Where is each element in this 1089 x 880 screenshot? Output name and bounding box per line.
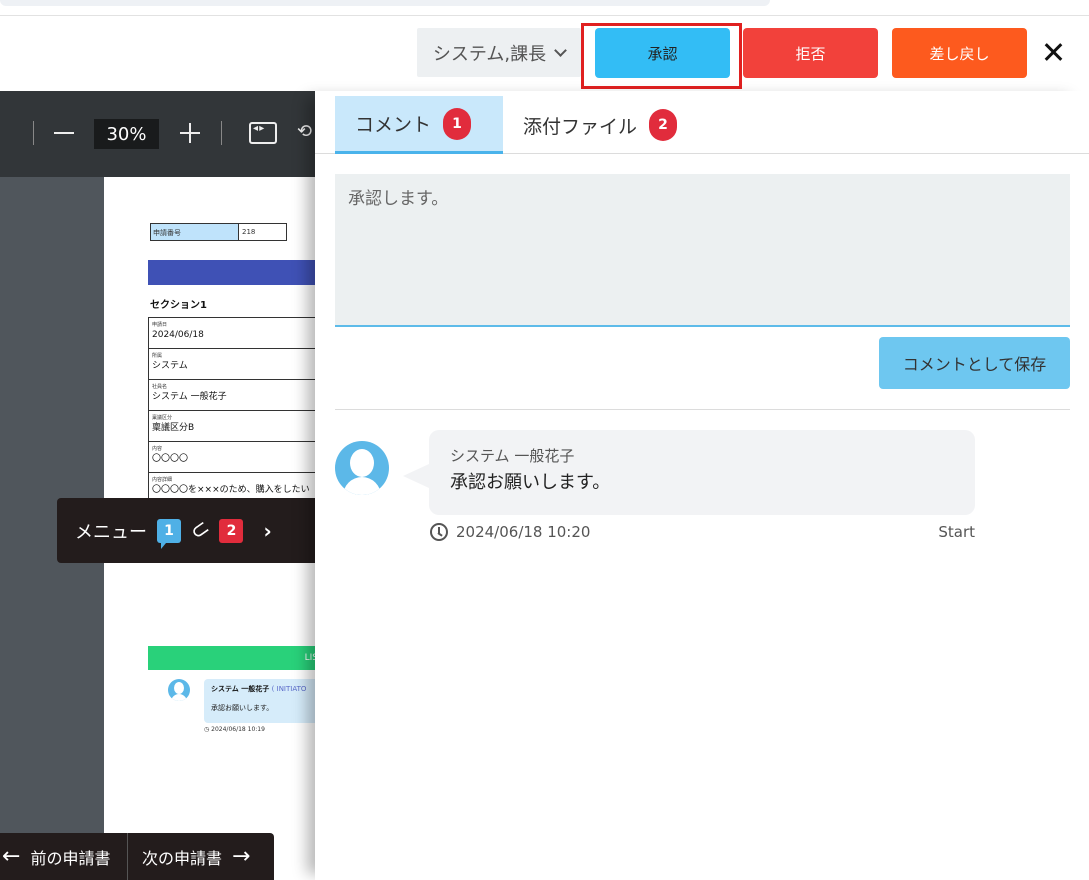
avatar	[335, 441, 389, 495]
reject-button[interactable]: 拒否	[743, 28, 878, 78]
field-value: システム	[152, 361, 188, 371]
doc-comment-text: 承認お願いします。	[211, 704, 274, 712]
field-label: 所属	[152, 353, 163, 359]
field-value: 稟議区分B	[152, 423, 195, 433]
paperclip-icon: ⊂	[185, 514, 215, 547]
zoom-level[interactable]: 30%	[94, 119, 159, 149]
comment-count-badge: 1	[157, 518, 181, 549]
field-label: 社員名	[152, 384, 168, 390]
browser-top-strip	[0, 0, 1089, 16]
zoom-in-icon[interactable]	[180, 123, 200, 143]
address-bar-edge	[0, 0, 770, 6]
form-field: 内容 〇〇〇〇	[149, 442, 320, 473]
doc-comment-author: システム 一般花子 ( INITIATO	[211, 685, 307, 693]
tab-attachments[interactable]: 添付ファイル 2	[523, 96, 678, 154]
comment-input[interactable]: 承認します。	[335, 174, 1070, 327]
rotate-icon[interactable]: ⟲	[297, 121, 317, 143]
form-field: 稟議区分 稟議区分B	[149, 411, 320, 442]
menu-label: メニュー	[75, 521, 147, 543]
doc-comment-role: ( INITIATO	[271, 685, 307, 693]
zoom-out-icon[interactable]	[54, 132, 74, 134]
field-label: 申請日	[152, 322, 168, 328]
tab-comments[interactable]: コメント 1	[335, 96, 503, 154]
field-label: 稟議区分	[152, 415, 173, 421]
comment-author: システム 一般花子	[450, 447, 575, 465]
next-application-label: 次の申請書	[142, 848, 223, 868]
clock-icon	[430, 523, 448, 541]
field-label: 内容	[152, 446, 163, 452]
approve-highlight-frame	[581, 23, 742, 89]
comment-bubble: システム 一般花子 承認お願いします。	[403, 430, 975, 515]
comment-text: 承認お願いします。	[450, 472, 611, 493]
action-header: システム,課長 承認 拒否 差し戻し	[0, 17, 1089, 91]
prev-application-label: 前の申請書	[30, 848, 111, 868]
application-number-label: 申請番号	[151, 224, 239, 240]
pdf-viewer: 30% ⟲ 申請番号 218 セクション1 申請日 2024/06/18 所属 …	[0, 91, 320, 880]
tab-attachments-count: 2	[649, 109, 678, 141]
panel-tabs: コメント 1 添付ファイル 2	[315, 91, 1089, 154]
send-back-button[interactable]: 差し戻し	[892, 28, 1027, 78]
section-title: セクション1	[150, 300, 207, 311]
approver-label: システム,課長	[432, 43, 547, 65]
chevron-right-icon[interactable]: ›	[263, 519, 271, 543]
floating-menu[interactable]: メニュー 1 ⊂ 2 ›	[57, 498, 320, 563]
tab-comments-label: コメント	[355, 114, 432, 136]
close-icon[interactable]	[1040, 39, 1068, 67]
application-number-box: 申請番号 218	[150, 223, 287, 241]
toolbar-separator	[33, 121, 34, 145]
field-label: 内容詳細	[152, 477, 173, 483]
fit-to-width-icon[interactable]	[249, 122, 277, 144]
tab-comments-count: 1	[443, 107, 472, 140]
comment-status: Start	[938, 523, 975, 541]
field-value: 〇〇〇〇を×××のため、購入をしたい	[152, 485, 310, 495]
attachment-count-badge: 2	[219, 518, 244, 543]
application-number-value: 218	[242, 228, 256, 236]
pdf-toolbar: 30% ⟲	[0, 91, 320, 177]
tab-attachments-label: 添付ファイル	[523, 115, 638, 138]
prev-application-button[interactable]: ← 前の申請書	[0, 833, 128, 880]
arrow-left-icon: ←	[2, 844, 21, 869]
chevron-down-icon	[554, 43, 567, 57]
form-field: 所属 システム	[149, 349, 320, 380]
form-fields: 申請日 2024/06/18 所属 システム 社員名 システム 一般花子 稟議区…	[148, 317, 320, 504]
comment-panel: コメント 1 添付ファイル 2 承認します。 コメントとして保存 システム 一般…	[315, 91, 1089, 880]
field-value: 2024/06/18	[152, 330, 204, 340]
document-nav: ← 前の申請書 次の申請書 →	[0, 833, 274, 880]
doc-comment-bubble: システム 一般花子 ( INITIATO 承認お願いします。	[204, 679, 320, 723]
next-application-button[interactable]: 次の申請書 →	[128, 833, 250, 880]
form-field: 社員名 システム 一般花子	[149, 380, 320, 411]
doc-comment-time: ◷ 2024/06/18 10:19	[204, 726, 265, 733]
arrow-right-icon: →	[232, 844, 251, 869]
list-band: LIS	[148, 646, 320, 670]
field-value: システム 一般花子	[152, 392, 227, 402]
form-field: 申請日 2024/06/18	[149, 318, 320, 349]
comment-meta: 2024/06/18 10:20 Start	[430, 521, 975, 543]
toolbar-separator	[221, 121, 222, 145]
approver-select[interactable]: システム,課長	[417, 28, 581, 77]
field-value: 〇〇〇〇	[152, 454, 189, 464]
save-comment-button[interactable]: コメントとして保存	[879, 337, 1070, 389]
comment-time: 2024/06/18 10:20	[456, 523, 591, 541]
doc-title-band	[148, 260, 320, 285]
divider	[335, 409, 1070, 410]
avatar	[168, 679, 190, 701]
